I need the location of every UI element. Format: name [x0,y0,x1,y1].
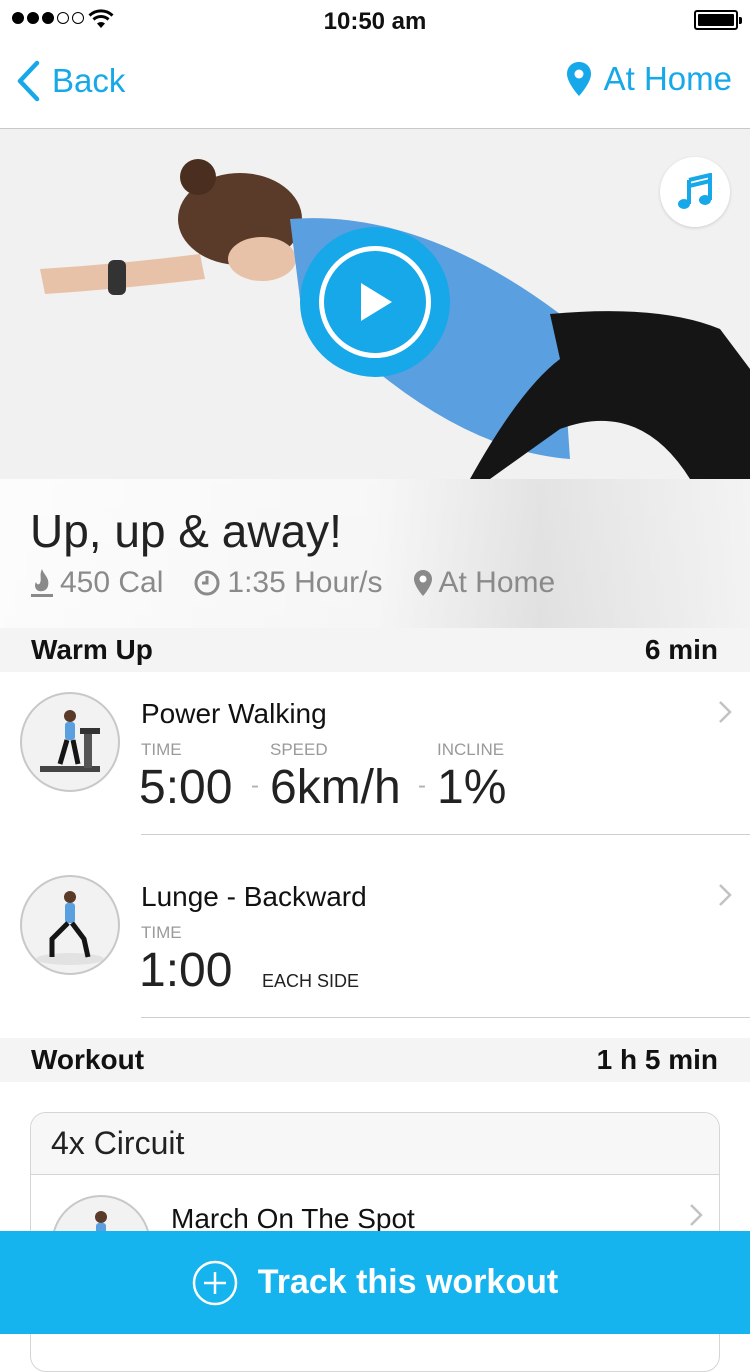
back-button[interactable]: Back [16,60,125,102]
play-video-button[interactable] [300,227,450,377]
section-header-workout: Workout 1 h 5 min [0,1038,750,1082]
calories-value: 450 Cal [60,566,164,599]
battery-icon [694,10,742,30]
status-time: 10:50 am [323,8,427,35]
exercise-row-lunge-backward[interactable]: Lunge - Backward TIME 1:00 EACH SIDE [0,855,750,1038]
exercise-name: Lunge - Backward [141,881,367,912]
chevron-right-icon [719,884,732,906]
duration-value: 1:35 Hour/s [227,566,383,599]
exercise-name: Power Walking [141,698,327,729]
exercise-thumbnail [20,875,120,975]
location-pin-icon [566,62,591,96]
status-bar: 10:50 am [0,0,750,40]
clock-icon [194,570,220,596]
music-note-icon [678,173,712,209]
location-value: At Home [438,566,556,599]
value-separator: - [418,772,426,799]
incline-label: INCLINE [437,740,505,759]
track-workout-label: Track this workout [257,1263,559,1301]
section-header-warmup: Warm Up 6 min [0,628,750,672]
exercise-thumbnail [20,692,120,792]
time-label: TIME [141,923,182,942]
location-pin-icon [413,570,432,596]
navigation-bar: Back At Home [0,40,750,129]
chevron-right-icon [719,701,732,723]
plus-circle-icon [192,1260,238,1305]
section-title: Workout [31,1044,145,1075]
incline-value: 1% [437,761,507,814]
workout-meta: 450 Cal 1:35 Hour/s At Home [30,566,555,600]
value-separator: - [251,772,259,799]
section-duration: 6 min [644,634,718,665]
section-title: Warm Up [31,634,153,665]
music-button[interactable] [660,157,730,227]
exercise-row-power-walking[interactable]: Power Walking TIME SPEED INCLINE 5:00 - … [0,672,750,855]
back-label: Back [52,62,126,99]
speed-label: SPEED [270,740,328,759]
location-label: At Home [603,60,732,97]
track-workout-button[interactable]: Track this workout [0,1231,750,1334]
circuit-title: 4x Circuit [31,1113,719,1175]
flame-icon [31,569,53,597]
chevron-right-icon [690,1204,703,1226]
each-side-note: EACH SIDE [262,971,360,991]
workout-hero: Up, up & away! 450 Cal 1:35 Hour/s At Ho… [0,129,750,628]
time-label: TIME [141,740,182,759]
speed-value: 6km/h [270,761,401,814]
time-value: 5:00 [139,761,233,814]
location-button[interactable]: At Home [566,60,732,98]
workout-title: Up, up & away! [30,505,342,557]
play-icon [361,283,392,321]
section-duration: 1 h 5 min [596,1044,718,1075]
chevron-left-icon [17,60,40,102]
time-value: 1:00 [139,944,233,997]
